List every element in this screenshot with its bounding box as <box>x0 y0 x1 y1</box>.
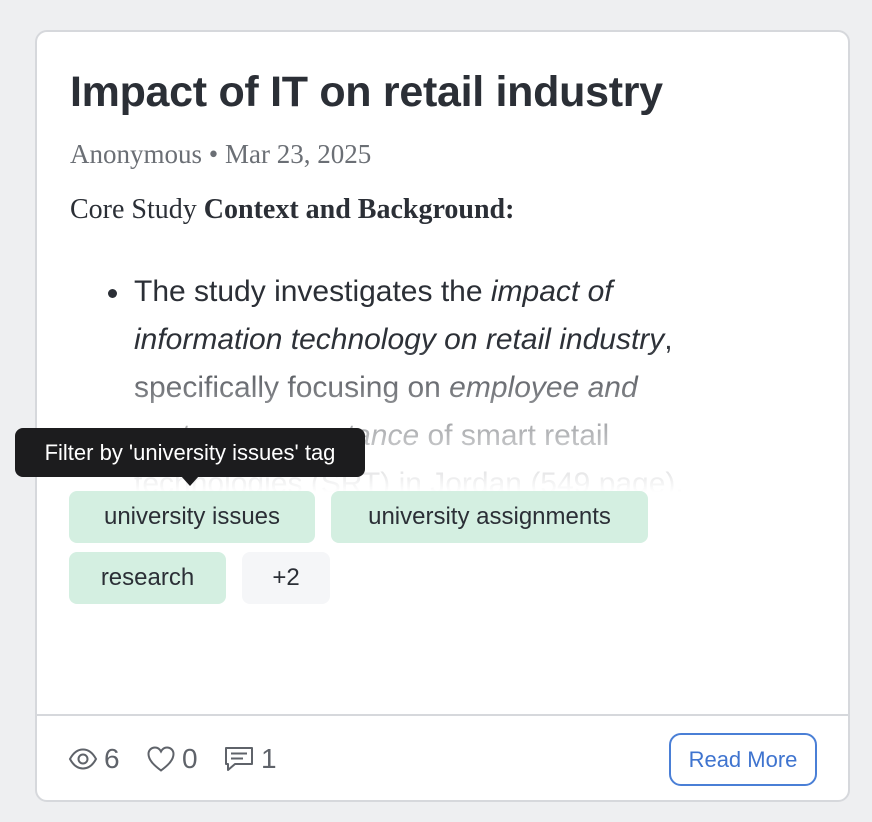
likes-stat[interactable]: 0 <box>146 742 198 776</box>
post-card: Impact of IT on retail industry Anonymou… <box>35 30 850 802</box>
post-title[interactable]: Impact of IT on retail industry <box>70 66 663 118</box>
lead-heading: Context and Background: <box>203 194 515 225</box>
tag-university-assignments[interactable]: university assignments <box>331 491 648 543</box>
meta-separator: • <box>208 139 219 169</box>
post-meta: Anonymous • Mar 23, 2025 <box>70 137 371 171</box>
bullet-icon <box>108 289 117 298</box>
tag-research[interactable]: research <box>69 552 226 604</box>
post-date: Mar 23, 2025 <box>224 139 372 169</box>
excerpt-lead: Core Study Context and Background: <box>70 192 790 228</box>
eye-icon <box>68 748 98 770</box>
bullet-text-1: The study investigates the <box>134 275 491 308</box>
lead-text: Core Study <box>70 194 204 225</box>
read-more-button[interactable]: Read More <box>669 733 817 786</box>
views-count: 6 <box>104 743 120 774</box>
post-author: Anonymous <box>70 139 203 169</box>
comment-icon[interactable] <box>223 745 255 773</box>
comments-stat[interactable]: 1 <box>223 742 277 776</box>
more-tags-button[interactable]: +2 <box>242 552 330 604</box>
card-footer: 6 0 1 Read More <box>37 714 848 800</box>
tooltip-arrow <box>181 476 199 486</box>
tag-filter-tooltip: Filter by 'university issues' tag <box>15 428 365 477</box>
comments-count: 1 <box>261 743 277 774</box>
likes-count: 0 <box>182 743 198 774</box>
heart-icon[interactable] <box>146 745 176 773</box>
tag-university-issues[interactable]: university issues <box>69 491 315 543</box>
views-stat: 6 <box>68 742 120 776</box>
